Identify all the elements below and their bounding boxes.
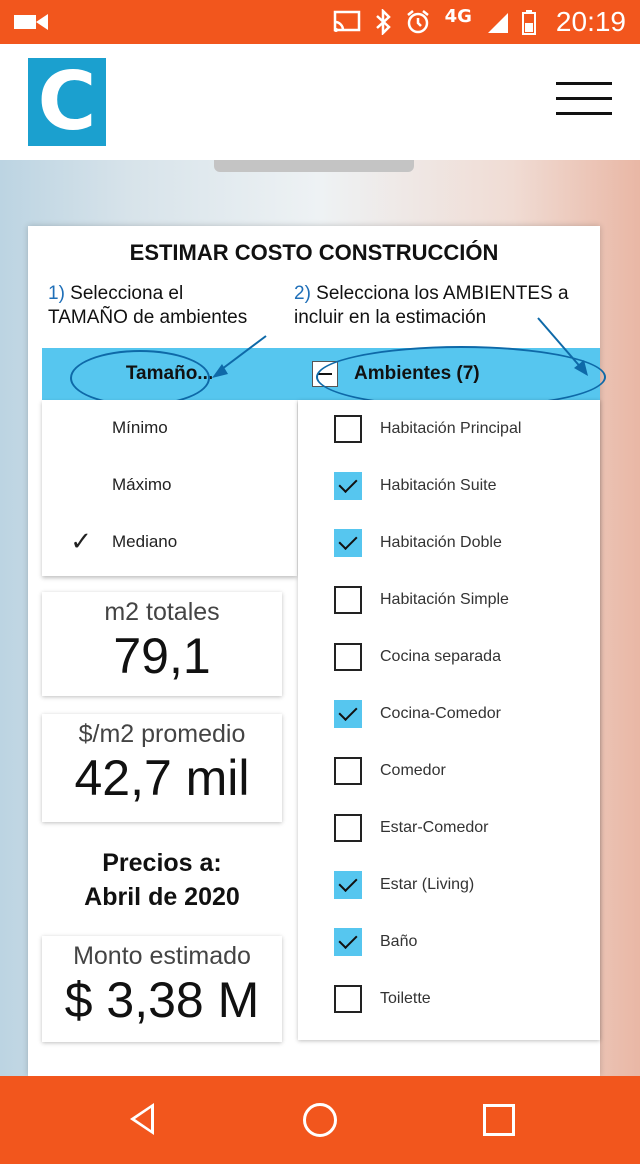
ambiente-habitacion-principal[interactable]: Habitación Principal [298, 400, 600, 457]
home-icon[interactable] [303, 1103, 337, 1137]
checkbox[interactable] [334, 528, 362, 557]
size-option-maximo[interactable]: Máximo [42, 457, 297, 513]
m2-total-label: m2 totales [104, 598, 220, 626]
network-type: 4G [444, 6, 472, 27]
annotation-arrows [212, 317, 588, 378]
estimated-amount-value: $ 3,38 M [64, 972, 260, 1028]
app-logo[interactable]: C [28, 58, 106, 146]
checkbox[interactable] [334, 984, 362, 1013]
clock: 20:19 [555, 6, 626, 37]
m2-total-panel: m2 totales 79,1 [42, 592, 282, 696]
checkbox[interactable] [334, 927, 362, 956]
ambiente-habitacion-simple[interactable]: Habitación Simple [298, 571, 600, 628]
estimator-card: ESTIMAR COSTO CONSTRUCCIÓN 1) Selecciona… [28, 226, 606, 1076]
checkbox[interactable] [334, 813, 362, 842]
background-handle [214, 160, 414, 172]
estimated-amount-label: Monto estimado [73, 942, 251, 970]
price-per-m2-label: $/m2 promedio [78, 720, 246, 748]
size-option-mediano[interactable]: ✓ Mediano [42, 514, 297, 570]
recents-icon[interactable] [483, 1104, 515, 1136]
ambiente-estar-comedor[interactable]: Estar-Comedor [298, 799, 600, 856]
size-options-menu: Mínimo Máximo ✓ Mediano [42, 400, 297, 576]
estimated-amount-panel: Monto estimado $ 3,38 M [42, 936, 282, 1042]
checkbox[interactable] [334, 699, 362, 728]
navigation-bar [0, 1076, 640, 1164]
checkbox[interactable] [334, 870, 362, 899]
checkbox[interactable] [334, 756, 362, 785]
ambiente-habitacion-doble[interactable]: Habitación Doble [298, 514, 600, 571]
checkbox[interactable] [334, 642, 362, 671]
signal-icon [486, 11, 508, 33]
app-header: C [0, 44, 640, 160]
back-icon[interactable] [130, 1103, 154, 1135]
m2-total-value: 79,1 [113, 628, 211, 684]
ambiente-cocina-separada[interactable]: Cocina separada [298, 628, 600, 685]
ambiente-estar-living[interactable]: Estar (Living) [298, 856, 600, 913]
checkbox[interactable] [334, 414, 362, 443]
checkbox[interactable] [334, 471, 362, 500]
ambientes-list: Habitación Principal Habitación Suite Ha… [298, 400, 600, 1040]
check-icon: ✓ [70, 527, 92, 557]
alarm-icon [405, 9, 431, 35]
price-per-m2-value: 42,7 mil [74, 750, 250, 806]
checkbox[interactable] [334, 585, 362, 614]
status-bar: 4G 20:19 [0, 0, 640, 44]
ambiente-habitacion-suite[interactable]: Habitación Suite [298, 457, 600, 514]
ambiente-toilette[interactable]: Toilette [298, 970, 600, 1027]
cast-icon [333, 10, 361, 34]
hamburger-menu-icon[interactable] [556, 82, 612, 118]
video-call-icon [14, 14, 48, 30]
price-per-m2-panel: $/m2 promedio 42,7 mil [42, 714, 282, 822]
ambiente-comedor[interactable]: Comedor [298, 742, 600, 799]
ambiente-bano[interactable]: Baño [298, 913, 600, 970]
battery-icon [521, 9, 536, 35]
bluetooth-icon [375, 9, 391, 35]
prices-date: Precios a: Abril de 2020 [84, 849, 240, 911]
size-option-minimo[interactable]: Mínimo [42, 400, 297, 456]
ambiente-cocina-comedor[interactable]: Cocina-Comedor [298, 685, 600, 742]
